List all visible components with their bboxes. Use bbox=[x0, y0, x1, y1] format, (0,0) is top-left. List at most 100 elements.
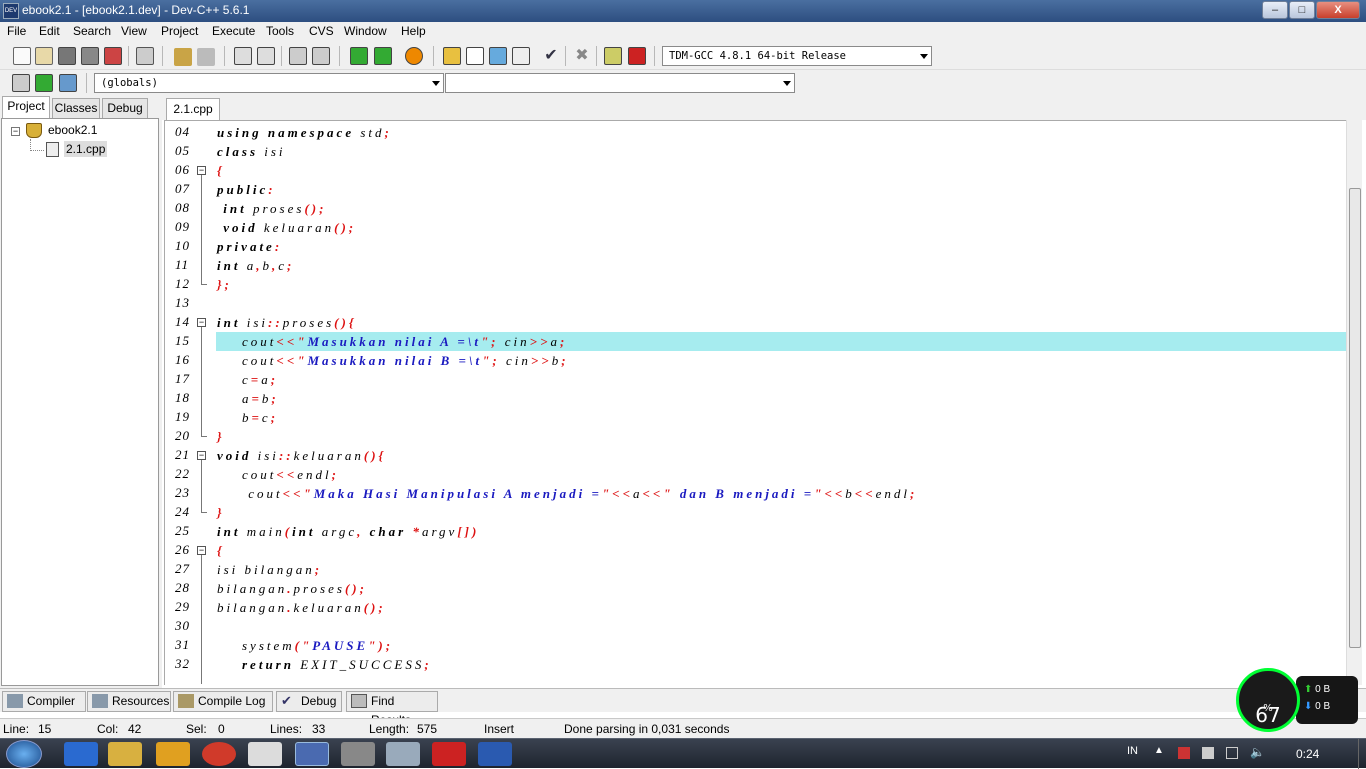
tab-2-1-cpp[interactable]: 2.1.cpp bbox=[166, 98, 220, 120]
bookmark-icon[interactable] bbox=[405, 47, 423, 65]
stop-execution-icon[interactable]: ✖ bbox=[573, 47, 591, 65]
fold-toggle-icon[interactable]: − bbox=[197, 318, 206, 327]
goto-line-icon[interactable] bbox=[35, 74, 53, 92]
save-all-icon[interactable] bbox=[81, 47, 99, 65]
menu-edit[interactable]: Edit bbox=[39, 24, 60, 38]
tab-classes[interactable]: Classes bbox=[52, 98, 100, 118]
settings-icon[interactable] bbox=[341, 742, 375, 766]
fold-toggle-icon[interactable]: − bbox=[197, 451, 206, 460]
save-icon[interactable] bbox=[58, 47, 76, 65]
member-select[interactable] bbox=[445, 73, 795, 93]
maximize-button[interactable]: □ bbox=[1289, 1, 1315, 19]
devcpp-taskbar-icon[interactable] bbox=[295, 742, 329, 766]
indent-icon[interactable] bbox=[289, 47, 307, 65]
fold-toggle-icon[interactable]: − bbox=[197, 166, 206, 175]
code-line: cout<<"Masukkan nilai A =\t"; cin>>a; bbox=[242, 334, 568, 349]
find-icon[interactable] bbox=[234, 47, 252, 65]
tree-project-name[interactable]: ebook2.1 bbox=[48, 123, 97, 137]
chevron-down-icon bbox=[920, 54, 928, 59]
status-line: 15 bbox=[38, 722, 52, 736]
redo-icon[interactable] bbox=[197, 48, 215, 66]
delete-profile-icon[interactable] bbox=[628, 47, 646, 65]
editor-scrollbar[interactable] bbox=[1346, 120, 1362, 685]
volume-icon[interactable]: 🔈 bbox=[1250, 745, 1265, 759]
close-file-icon[interactable] bbox=[104, 47, 122, 65]
device-icon[interactable] bbox=[1202, 747, 1214, 759]
unindent-icon[interactable] bbox=[312, 47, 330, 65]
menu-help[interactable]: Help bbox=[401, 24, 426, 38]
flag-icon[interactable] bbox=[1178, 747, 1190, 759]
collapse-icon[interactable]: − bbox=[11, 127, 20, 136]
code-line: class isi bbox=[217, 144, 286, 159]
tab-compiler[interactable]: Compiler bbox=[2, 691, 86, 712]
network-icon[interactable] bbox=[1226, 747, 1238, 759]
language-indicator[interactable]: IN bbox=[1127, 745, 1138, 757]
file-icon bbox=[46, 142, 59, 157]
profile-icon[interactable] bbox=[604, 47, 622, 65]
rebuild-icon[interactable] bbox=[512, 47, 530, 65]
pdf-icon[interactable] bbox=[432, 742, 466, 766]
explorer-icon[interactable] bbox=[108, 742, 142, 766]
status-col: 42 bbox=[128, 722, 142, 736]
line-number: 23 bbox=[175, 485, 190, 500]
line-number: 09 bbox=[175, 219, 190, 234]
clock[interactable]: 0:24 bbox=[1296, 747, 1319, 761]
menu-tools[interactable]: Tools bbox=[266, 24, 294, 38]
class-browser-icon[interactable] bbox=[59, 74, 77, 92]
word-icon[interactable] bbox=[478, 742, 512, 766]
tab-resources-label: Resources bbox=[112, 694, 170, 708]
media-player-icon[interactable] bbox=[156, 742, 190, 766]
goto-back-icon[interactable] bbox=[374, 47, 392, 65]
new-file-icon[interactable] bbox=[13, 47, 31, 65]
line-number: 27 bbox=[175, 561, 190, 576]
open-file-icon[interactable] bbox=[35, 47, 53, 65]
ie-icon[interactable] bbox=[64, 742, 98, 766]
fold-toggle-icon[interactable]: − bbox=[197, 546, 206, 555]
line-number: 10 bbox=[175, 238, 190, 253]
start-button[interactable] bbox=[6, 740, 42, 768]
code-line: } bbox=[217, 429, 225, 444]
compiler-select[interactable]: TDM-GCC 4.8.1 64-bit Release bbox=[662, 46, 932, 66]
tree-file-item[interactable]: 2.1.cpp bbox=[64, 141, 108, 157]
tab-find-results[interactable]: Find Results bbox=[346, 691, 438, 727]
upload-value: 0 B bbox=[1315, 684, 1331, 695]
line-number: 21 bbox=[175, 447, 190, 462]
tab-compile-log[interactable]: Compile Log bbox=[173, 691, 273, 712]
insert-icon[interactable] bbox=[12, 74, 30, 92]
chrome-icon[interactable] bbox=[202, 742, 236, 766]
line-number: 16 bbox=[175, 352, 190, 367]
devcpp-app-icon: DEV bbox=[3, 3, 19, 19]
replace-icon[interactable] bbox=[257, 47, 275, 65]
syntax-check-icon[interactable]: ✔ bbox=[542, 47, 560, 65]
goto-icon[interactable] bbox=[350, 47, 368, 65]
minimize-button[interactable]: – bbox=[1262, 1, 1288, 19]
tray-chevron-up-icon[interactable]: ▲ bbox=[1154, 745, 1164, 756]
run-icon[interactable] bbox=[466, 47, 484, 65]
menu-execute[interactable]: Execute bbox=[212, 24, 255, 38]
menu-file[interactable]: File bbox=[7, 24, 26, 38]
status-length-label: Length: bbox=[369, 722, 410, 736]
menu-cvs[interactable]: CVS bbox=[309, 24, 334, 38]
tab-debug-bottom[interactable]: ✔ Debug bbox=[276, 691, 342, 712]
show-desktop-button[interactable] bbox=[1358, 739, 1366, 769]
tree-line bbox=[30, 150, 44, 151]
close-button[interactable]: X bbox=[1316, 1, 1360, 19]
tab-project[interactable]: Project bbox=[2, 96, 50, 118]
tab-debug[interactable]: Debug bbox=[102, 98, 148, 118]
menu-window[interactable]: Window bbox=[344, 24, 387, 38]
undo-icon[interactable] bbox=[174, 48, 192, 66]
code-editor[interactable]: 04 05 06−07 08 09 10 11 12 13 14−15 16 17 18 19 20 21−2… bbox=[164, 120, 1346, 685]
tab-resources[interactable]: Resources bbox=[87, 691, 171, 712]
chevron-down-icon bbox=[783, 81, 791, 86]
menu-view[interactable]: View bbox=[121, 24, 147, 38]
compile-run-icon[interactable] bbox=[489, 47, 507, 65]
paint-icon[interactable] bbox=[248, 742, 282, 766]
network-monitor-widget[interactable]: ⬆ 0 B ⬇ 0 B 67% bbox=[1236, 668, 1360, 736]
compile-icon[interactable] bbox=[443, 47, 461, 65]
notes-icon[interactable] bbox=[386, 742, 420, 766]
menu-project[interactable]: Project bbox=[161, 24, 198, 38]
print-icon[interactable] bbox=[136, 47, 154, 65]
scrollbar-thumb[interactable] bbox=[1349, 188, 1361, 648]
scope-select[interactable]: (globals) bbox=[94, 73, 444, 93]
menu-search[interactable]: Search bbox=[73, 24, 111, 38]
